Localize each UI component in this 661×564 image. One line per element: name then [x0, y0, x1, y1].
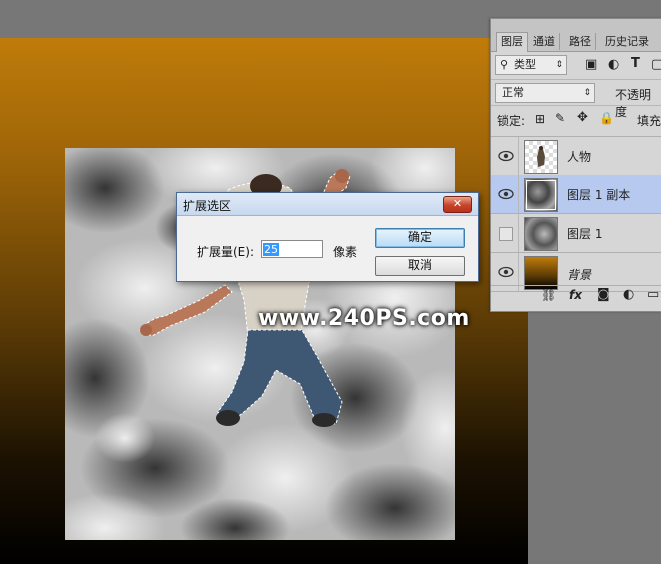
- filter-kind-select[interactable]: ⚲ 类型 ⇕: [495, 55, 567, 75]
- watermark-text: www.240PS.com: [258, 306, 470, 331]
- dialog-titlebar[interactable]: 扩展选区 ✕: [177, 193, 478, 216]
- person-layer: [139, 169, 351, 427]
- layer-name: 图层 1 副本: [567, 188, 631, 202]
- layer-thumbnail: [524, 217, 558, 251]
- lock-all-icon[interactable]: 🔒: [599, 111, 614, 125]
- filter-row: ⚲ 类型 ⇕ ▣ ◐ T ▢: [491, 53, 661, 77]
- lock-transparent-icon[interactable]: ⊞: [535, 112, 545, 126]
- lock-paint-icon[interactable]: ✎: [555, 111, 565, 125]
- filter-kind-label: 类型: [514, 58, 536, 71]
- cancel-button[interactable]: 取消: [375, 256, 465, 276]
- expand-amount-value: 25: [263, 243, 279, 256]
- column-divider: [518, 137, 519, 175]
- document-canvas[interactable]: www.240PS.com: [0, 38, 528, 564]
- blend-mode-label: 正常: [502, 86, 524, 99]
- expand-selection-dialog: 扩展选区 ✕ 扩展量(E): 25 像素 确定 取消: [176, 192, 479, 282]
- mask-icon[interactable]: ◙: [597, 287, 610, 302]
- panel-footer: ⛓ fx ◙ ◐ ▭: [491, 285, 661, 306]
- unit-label: 像素: [333, 245, 358, 259]
- eye-icon[interactable]: [498, 149, 514, 163]
- dropdown-arrow-icon: ⇕: [555, 60, 563, 70]
- image-filter-icon[interactable]: ▣: [585, 57, 597, 72]
- column-divider: [518, 175, 519, 213]
- group-icon[interactable]: ▭: [647, 287, 659, 302]
- fx-icon[interactable]: fx: [569, 288, 582, 302]
- expand-amount-label: 扩展量(E):: [197, 245, 254, 259]
- layer-name: 图层 1: [567, 227, 603, 241]
- blend-row: 正常 ⇕ 不透明度: [491, 79, 661, 119]
- layer-thumbnail: [524, 140, 558, 174]
- lock-row: 锁定: ⊞ ✎ ✥ 🔒 填充: [491, 105, 661, 132]
- layer-name: 人物: [567, 150, 592, 164]
- dialog-title: 扩展选区: [183, 199, 232, 213]
- visibility-toggle-off[interactable]: [499, 227, 513, 241]
- adjustment-filter-icon[interactable]: ◐: [608, 57, 619, 72]
- link-icon[interactable]: ⛓: [541, 288, 556, 302]
- adjustment-icon[interactable]: ◐: [623, 287, 634, 302]
- blend-mode-select[interactable]: 正常 ⇕: [495, 83, 595, 103]
- tab-channels[interactable]: 通道: [529, 33, 560, 50]
- layer-row-clouds[interactable]: 图层 1: [491, 214, 661, 253]
- eye-icon[interactable]: [498, 187, 514, 201]
- eye-icon[interactable]: [498, 265, 514, 279]
- tab-history[interactable]: 历史记录: [601, 33, 653, 50]
- layer-thumbnail: [524, 178, 558, 212]
- layer-row-person[interactable]: 人物: [491, 136, 661, 176]
- close-icon[interactable]: ✕: [443, 196, 472, 213]
- ok-button[interactable]: 确定: [375, 228, 465, 248]
- lock-label: 锁定:: [497, 114, 526, 128]
- type-filter-icon[interactable]: T: [631, 56, 640, 71]
- layers-panel: 图层 通道 路径 历史记录 ⚲ 类型 ⇕ ▣ ◐ T ▢ 正常 ⇕ 不透明度 锁…: [490, 18, 661, 312]
- lock-move-icon[interactable]: ✥: [577, 110, 588, 125]
- fill-label: 填充: [637, 114, 661, 128]
- search-icon: ⚲: [500, 58, 509, 71]
- tab-layers[interactable]: 图层: [496, 32, 528, 52]
- panel-tabs: 图层 通道 路径 历史记录: [491, 19, 661, 52]
- dropdown-arrow-icon: ⇕: [583, 88, 591, 98]
- shape-filter-icon[interactable]: ▢: [651, 57, 661, 72]
- layer-name: 背景: [567, 268, 592, 282]
- tab-paths[interactable]: 路径: [565, 33, 596, 50]
- layer-row-clouds-copy[interactable]: 图层 1 副本: [491, 175, 661, 214]
- column-divider: [518, 214, 519, 252]
